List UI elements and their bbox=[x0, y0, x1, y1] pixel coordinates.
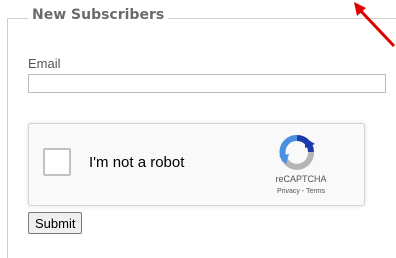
email-label: Email bbox=[28, 56, 61, 71]
privacy-link[interactable]: Privacy bbox=[277, 188, 300, 195]
recaptcha-checkbox[interactable] bbox=[43, 148, 71, 176]
recaptcha-brand: reCAPTCHA bbox=[275, 174, 327, 184]
recaptcha-widget: I'm not a robot reCAPTCHA Privacy - Term… bbox=[28, 123, 365, 206]
recaptcha-logo-icon bbox=[279, 135, 315, 170]
recaptcha-label: I'm not a robot bbox=[89, 154, 185, 171]
red-arrow-icon bbox=[354, 2, 396, 48]
fieldset-legend: New Subscribers bbox=[28, 7, 169, 23]
submit-button[interactable]: Submit bbox=[28, 212, 83, 234]
terms-link[interactable]: Terms bbox=[306, 188, 325, 195]
email-field[interactable] bbox=[28, 74, 386, 93]
recaptcha-links: Privacy - Terms bbox=[261, 188, 341, 195]
